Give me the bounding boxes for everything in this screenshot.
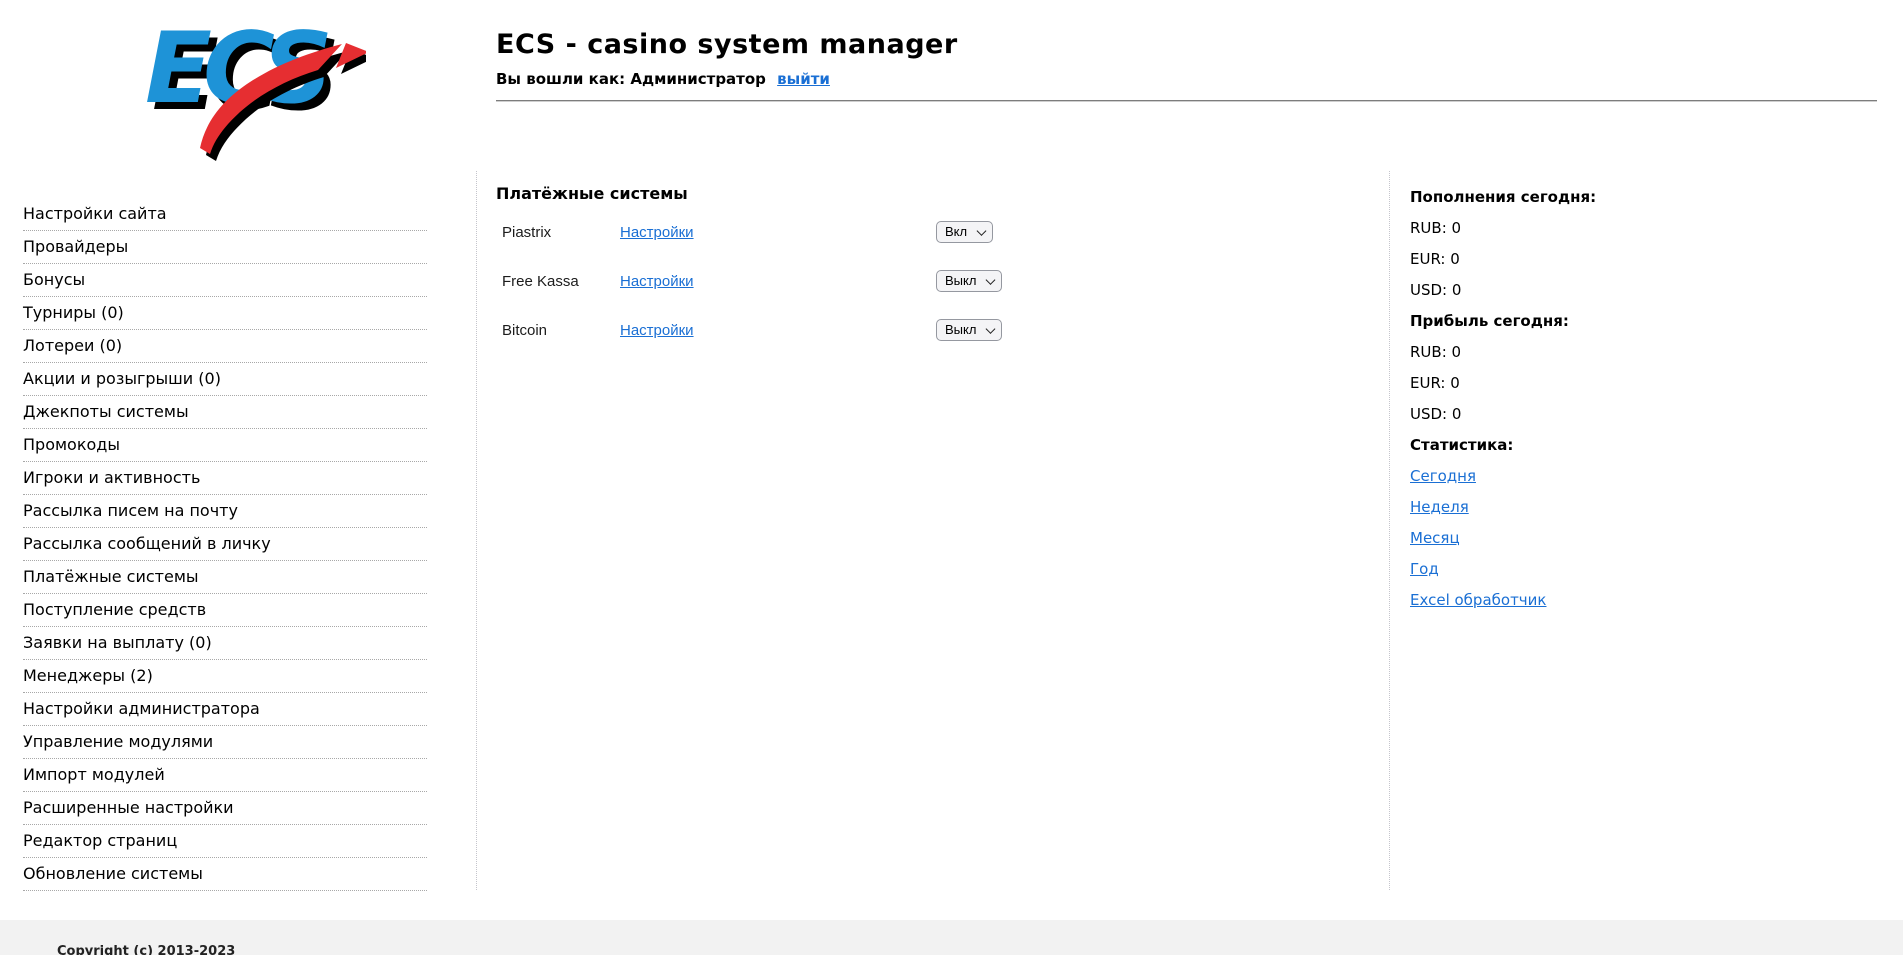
profit-title: Прибыль сегодня: <box>1410 312 1569 330</box>
stats-link-week[interactable]: Неделя <box>1410 498 1469 516</box>
payment-state-select-wrap: Выкл <box>936 319 1002 341</box>
deposits-usd: USD: 0 <box>1410 281 1462 299</box>
payment-row-freekassa: Free Kassa Настройки Выкл <box>502 269 1002 293</box>
footer: Copyright (c) 2013-2023 <box>0 920 1903 955</box>
stats-link-today[interactable]: Сегодня <box>1410 467 1476 485</box>
stats-title: Статистика: <box>1410 436 1514 454</box>
sidebar-item-players-activity[interactable]: Игроки и активность <box>23 462 427 495</box>
login-label: Вы вошли как: Администратор <box>496 70 766 88</box>
stats-panel: Пополнения сегодня: RUB: 0 EUR: 0 USD: 0… <box>1410 188 1700 622</box>
sidebar-item-email-mailing[interactable]: Рассылка писем на почту <box>23 495 427 528</box>
deposits-rub: RUB: 0 <box>1410 219 1462 237</box>
left-column-divider <box>476 171 477 890</box>
right-column-divider <box>1389 171 1390 890</box>
payment-state-select[interactable]: Выкл <box>936 270 1002 292</box>
sidebar-item-jackpots[interactable]: Джекпоты системы <box>23 396 427 429</box>
logout-link[interactable]: выйти <box>777 70 830 88</box>
deposits-eur: EUR: 0 <box>1410 250 1460 268</box>
payment-state-select-wrap: Выкл <box>936 270 1002 292</box>
payment-row-bitcoin: Bitcoin Настройки Выкл <box>502 318 1002 342</box>
sidebar-menu: Настройки сайта Провайдеры Бонусы Турнир… <box>23 198 427 891</box>
stats-link-excel[interactable]: Excel обработчик <box>1410 591 1546 609</box>
payment-state-select[interactable]: Вкл <box>936 221 993 243</box>
stats-link-year[interactable]: Год <box>1410 560 1439 578</box>
sidebar-item-lotteries[interactable]: Лотереи (0) <box>23 330 427 363</box>
payment-name: Bitcoin <box>502 321 548 339</box>
ecs-logo: ECS ECS <box>136 12 374 162</box>
sidebar-item-advanced-settings[interactable]: Расширенные настройки <box>23 792 427 825</box>
profit-usd: USD: 0 <box>1410 405 1462 423</box>
stats-link-month[interactable]: Месяц <box>1410 529 1460 547</box>
login-status: Вы вошли как: Администратор выйти <box>496 70 1877 88</box>
sidebar-item-system-update[interactable]: Обновление системы <box>23 858 427 891</box>
sidebar-item-module-management[interactable]: Управление модулями <box>23 726 427 759</box>
payment-state-select[interactable]: Выкл <box>936 319 1002 341</box>
payment-settings-link[interactable]: Настройки <box>620 224 694 241</box>
deposits-title: Пополнения сегодня: <box>1410 188 1597 206</box>
profit-eur: EUR: 0 <box>1410 374 1460 392</box>
sidebar-item-tournaments[interactable]: Турниры (0) <box>23 297 427 330</box>
payment-settings-link[interactable]: Настройки <box>620 273 694 290</box>
header-divider <box>496 100 1877 102</box>
sidebar-item-managers[interactable]: Менеджеры (2) <box>23 660 427 693</box>
sidebar-item-pm-mailing[interactable]: Рассылка сообщений в личку <box>23 528 427 561</box>
header: ECS - casino system manager Вы вошли как… <box>496 30 1877 102</box>
page-title: ECS - casino system manager <box>496 29 958 60</box>
sidebar-item-incoming-funds[interactable]: Поступление средств <box>23 594 427 627</box>
sidebar-item-module-import[interactable]: Импорт модулей <box>23 759 427 792</box>
sidebar-item-site-settings[interactable]: Настройки сайта <box>23 198 427 231</box>
payment-settings-link[interactable]: Настройки <box>620 322 694 339</box>
payment-row-piastrix: Piastrix Настройки Вкл <box>502 220 993 244</box>
ecs-logo-image: ECS ECS <box>145 12 374 161</box>
section-title: Платёжные системы <box>496 184 688 203</box>
profit-rub: RUB: 0 <box>1410 343 1462 361</box>
sidebar-item-providers[interactable]: Провайдеры <box>23 231 427 264</box>
payment-name: Piastrix <box>502 223 552 241</box>
sidebar-item-bonuses[interactable]: Бонусы <box>23 264 427 297</box>
sidebar-item-page-editor[interactable]: Редактор страниц <box>23 825 427 858</box>
sidebar-item-payment-systems[interactable]: Платёжные системы <box>23 561 427 594</box>
copyright-text: Copyright (c) 2013-2023 <box>57 944 236 955</box>
sidebar-item-admin-settings[interactable]: Настройки администратора <box>23 693 427 726</box>
payment-state-select-wrap: Вкл <box>936 221 993 243</box>
sidebar-item-promotions[interactable]: Акции и розыгрыши (0) <box>23 363 427 396</box>
sidebar-item-payout-requests[interactable]: Заявки на выплату (0) <box>23 627 427 660</box>
payment-name: Free Kassa <box>502 272 579 290</box>
sidebar-item-promocodes[interactable]: Промокоды <box>23 429 427 462</box>
